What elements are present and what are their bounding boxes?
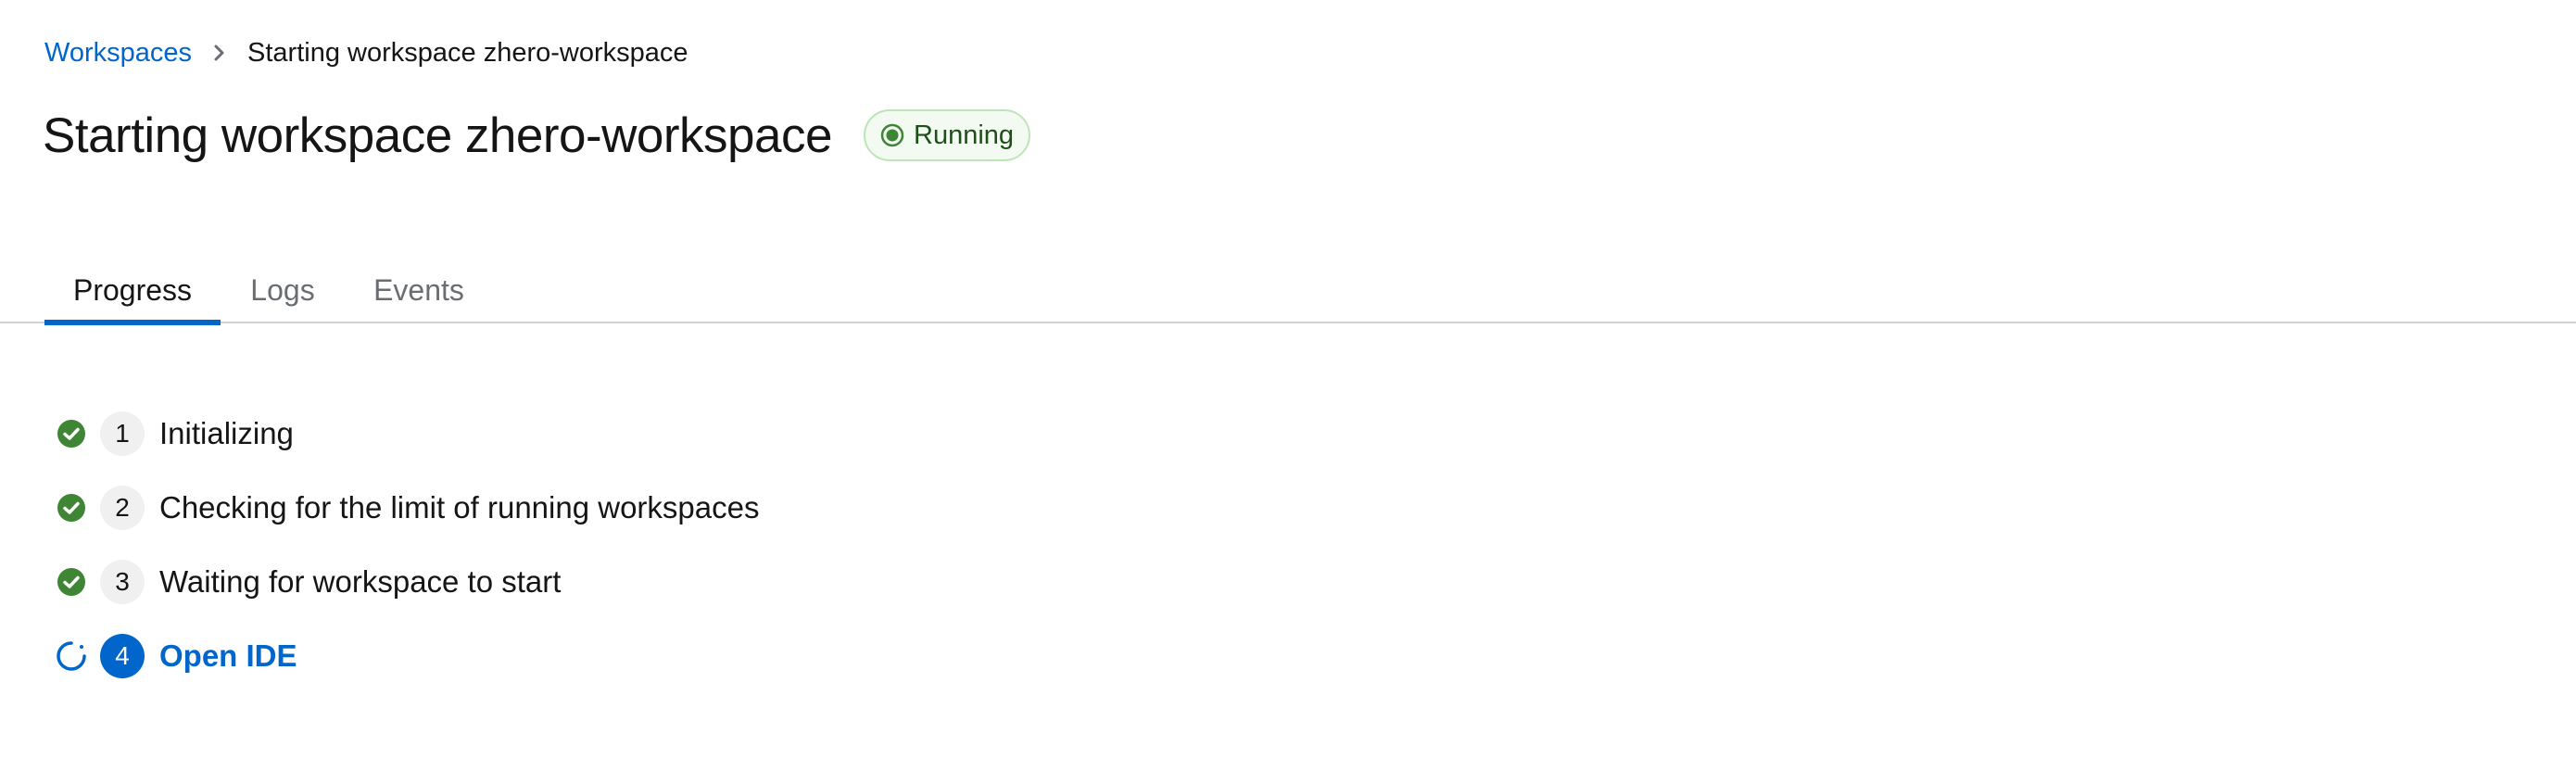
- progress-step: 2 Checking for the limit of running work…: [56, 480, 759, 536]
- progress-step: 3 Waiting for workspace to start: [56, 554, 561, 610]
- check-circle-icon: [56, 492, 87, 524]
- step-number: 1: [100, 411, 145, 456]
- status-label: Running: [914, 120, 1015, 150]
- check-circle-icon: [56, 566, 87, 598]
- tab-bar: Progress Logs Events: [0, 258, 2576, 325]
- spinner-icon: [56, 640, 87, 672]
- breadcrumb-workspaces-link[interactable]: Workspaces: [44, 38, 192, 69]
- breadcrumb: Workspaces Starting workspace zhero-work…: [44, 35, 688, 70]
- tab-logs[interactable]: Logs: [221, 258, 345, 323]
- step-number: 2: [100, 486, 145, 530]
- step-label: Checking for the limit of running worksp…: [159, 490, 760, 525]
- open-ide-link[interactable]: Open IDE: [159, 638, 297, 674]
- chevron-right-icon: [192, 35, 247, 70]
- breadcrumb-current: Starting workspace zhero-workspace: [247, 37, 688, 68]
- workspace-page: Workspaces Starting workspace zhero-work…: [0, 0, 2576, 771]
- tab-events[interactable]: Events: [345, 258, 493, 323]
- tab-progress[interactable]: Progress: [44, 258, 221, 325]
- running-status-icon: [880, 123, 904, 147]
- page-title: Starting workspace zhero-workspace: [43, 107, 833, 163]
- status-badge: Running: [864, 109, 1031, 161]
- step-label: Waiting for workspace to start: [159, 564, 562, 599]
- step-number: 4: [100, 634, 145, 678]
- check-circle-icon: [56, 418, 87, 449]
- progress-step: 4 Open IDE: [56, 628, 297, 684]
- step-label: Initializing: [159, 416, 294, 450]
- progress-step: 1 Initializing: [56, 406, 294, 461]
- page-header: Starting workspace zhero-workspace Runni…: [43, 100, 1031, 171]
- step-number: 3: [100, 560, 145, 604]
